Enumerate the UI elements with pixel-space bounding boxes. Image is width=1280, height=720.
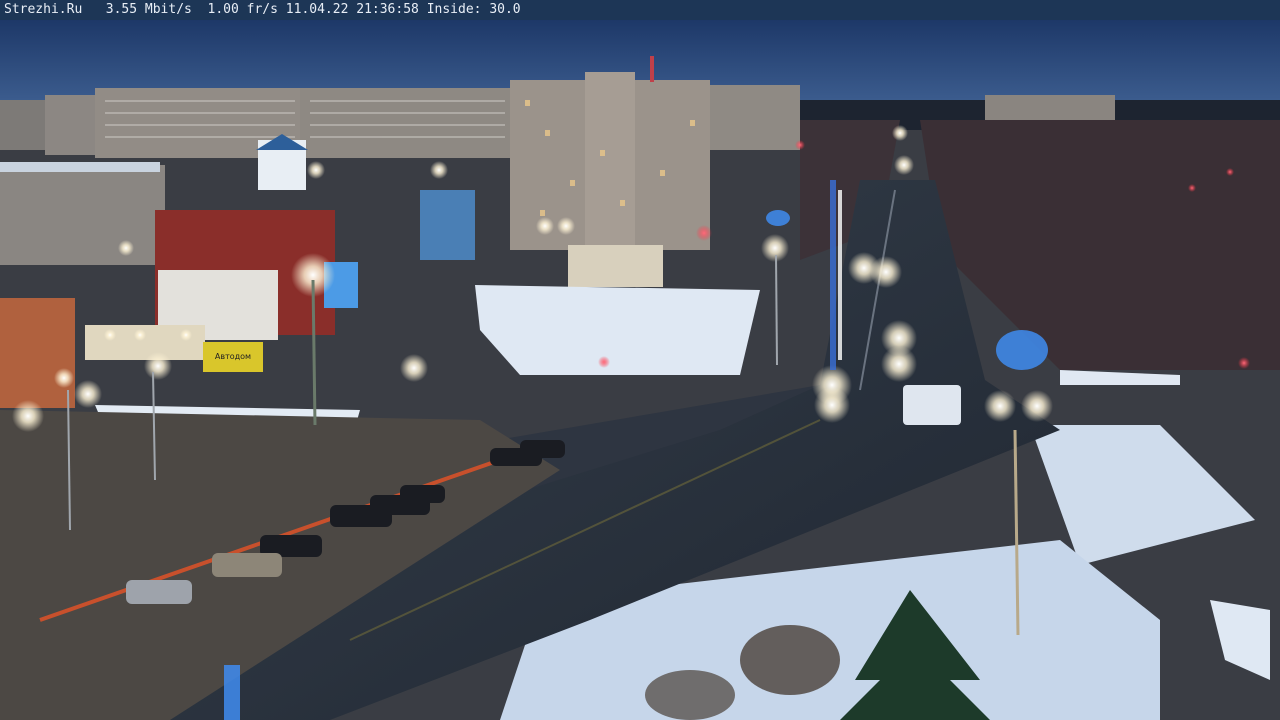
site-name: Strezhi.Ru bbox=[4, 2, 83, 17]
date-readout: 11.04.22 bbox=[285, 2, 349, 17]
webcam-frame: Автодом Strezhi.Ru 3.55 Mbit/s 1.00 fr/s… bbox=[0, 0, 1280, 720]
inside-temperature-readout: Inside: 30.0 bbox=[426, 2, 521, 17]
camera-overlay-bar: Strezhi.Ru 3.55 Mbit/s 1.00 fr/s 11.04.2… bbox=[0, 0, 1280, 20]
shop-sign-label: Автодом bbox=[215, 352, 251, 361]
time-readout: 21:36:58 bbox=[356, 2, 419, 17]
bus bbox=[903, 385, 961, 425]
webcam-scene: Автодом bbox=[0, 20, 1280, 720]
bitrate-readout: 3.55 Mbit/s bbox=[105, 2, 192, 17]
framerate-readout: 1.00 fr/s bbox=[207, 2, 278, 17]
